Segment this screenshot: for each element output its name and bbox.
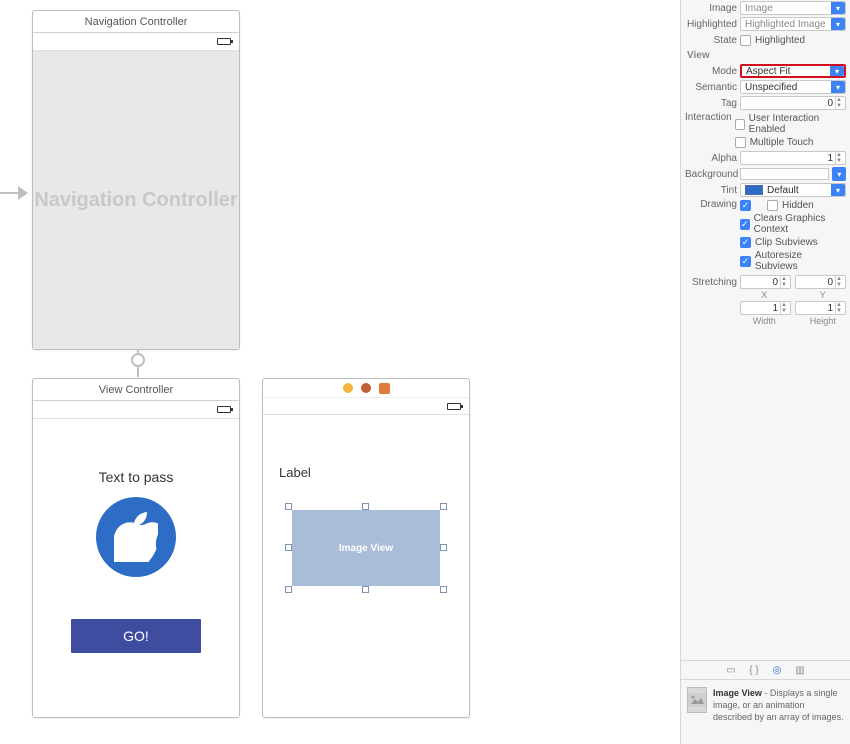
go-button[interactable]: GO! xyxy=(71,619,201,653)
vc-object-icon[interactable] xyxy=(343,383,353,393)
mode-dropdown[interactable]: Aspect Fit ▾ xyxy=(740,64,846,78)
chevron-down-icon: ▾ xyxy=(831,2,845,14)
resize-handle[interactable] xyxy=(440,586,447,593)
exit-icon[interactable] xyxy=(379,383,390,394)
section-header: View xyxy=(681,48,850,63)
resize-handle[interactable] xyxy=(285,503,292,510)
label: Background xyxy=(685,169,737,180)
tint-dropdown[interactable]: Default ▾ xyxy=(740,183,846,197)
chevron-down-icon: ▾ xyxy=(831,18,845,30)
stretch-width-stepper[interactable]: 1▲▼ xyxy=(740,301,791,315)
label: Interaction xyxy=(685,112,732,123)
media-library-tab-icon[interactable]: ▥ xyxy=(794,664,807,677)
label: Tag xyxy=(685,98,737,109)
stretch-x-stepper[interactable]: 0▲▼ xyxy=(740,275,791,289)
clears-graphics-checkbox[interactable]: ✓ xyxy=(740,219,750,230)
attributes-inspector: Image Image ▾ Highlighted Highlighted Im… xyxy=(680,0,850,744)
stretch-height-stepper[interactable]: 1▲▼ xyxy=(795,301,846,315)
tag-stepper[interactable]: 0 ▲▼ xyxy=(740,96,846,110)
opaque-checkbox[interactable]: ✓ xyxy=(740,200,751,211)
label: Semantic xyxy=(685,82,737,93)
chevron-down-icon: ▾ xyxy=(831,81,845,93)
library-description: Image View - Displays a single image, or… xyxy=(681,681,850,744)
entry-point-arrow xyxy=(0,186,28,200)
label: Stretching xyxy=(685,277,737,288)
label: State xyxy=(685,35,737,46)
label: Mode xyxy=(685,66,737,77)
code-snippet-tab-icon[interactable]: { } xyxy=(748,664,761,677)
chevron-down-icon[interactable]: ▾ xyxy=(832,167,846,181)
stretch-y-stepper[interactable]: 0▲▼ xyxy=(795,275,846,289)
clip-subviews-checkbox[interactable]: ✓ xyxy=(740,237,751,248)
resize-handle[interactable] xyxy=(362,503,369,510)
resize-handle[interactable] xyxy=(440,503,447,510)
status-bar xyxy=(33,401,239,419)
scene-header-objects[interactable] xyxy=(263,379,469,397)
hidden-checkbox[interactable] xyxy=(767,200,778,211)
view-controller-scene-2[interactable]: Label Image View xyxy=(262,378,470,718)
resize-handle[interactable] xyxy=(362,586,369,593)
resize-handle[interactable] xyxy=(440,544,447,551)
highlighted-checkbox[interactable] xyxy=(740,35,751,46)
status-bar xyxy=(263,397,469,415)
resize-handle[interactable] xyxy=(285,544,292,551)
label[interactable]: Label xyxy=(279,465,459,480)
multiple-touch-checkbox[interactable] xyxy=(735,137,746,148)
battery-icon xyxy=(217,406,231,413)
user-interaction-checkbox[interactable] xyxy=(735,119,745,130)
file-template-tab-icon[interactable]: ▭ xyxy=(725,664,738,677)
chevron-down-icon: ▾ xyxy=(831,184,845,196)
label: Drawing xyxy=(685,199,737,210)
image-combo[interactable]: Image ▾ xyxy=(740,1,846,15)
label: Image xyxy=(685,3,737,14)
label: Tint xyxy=(685,185,737,196)
autoresize-subviews-checkbox[interactable]: ✓ xyxy=(740,256,751,267)
scene-title: View Controller xyxy=(33,379,239,401)
scene-title: Navigation Controller xyxy=(33,11,239,33)
library-tab-strip: ▭ { } ◎ ▥ xyxy=(681,660,850,680)
storyboard-canvas[interactable]: Navigation Controller Navigation Control… xyxy=(0,0,680,744)
selected-image-view[interactable]: Image View xyxy=(286,504,446,592)
nav-controller-placeholder: Navigation Controller xyxy=(34,189,237,212)
text-to-pass-label[interactable]: Text to pass xyxy=(99,469,174,485)
image-view-thumb-icon xyxy=(687,687,707,713)
root-segue[interactable] xyxy=(128,350,148,380)
apple-logo-image[interactable] xyxy=(96,497,176,577)
chevron-down-icon: ▾ xyxy=(830,66,844,76)
semantic-dropdown[interactable]: Unspecified ▾ xyxy=(740,80,846,94)
label: Alpha xyxy=(685,153,737,164)
object-library-tab-icon[interactable]: ◎ xyxy=(771,664,784,677)
apple-icon xyxy=(114,512,158,562)
tint-swatch xyxy=(745,185,763,195)
navigation-controller-scene[interactable]: Navigation Controller Navigation Control… xyxy=(32,10,240,350)
highlighted-image-combo[interactable]: Highlighted Image ▾ xyxy=(740,17,846,31)
battery-icon xyxy=(447,403,461,410)
battery-icon xyxy=(217,38,231,45)
first-responder-icon[interactable] xyxy=(361,383,371,393)
background-color-well[interactable] xyxy=(740,168,829,180)
label: Highlighted xyxy=(685,19,737,30)
resize-handle[interactable] xyxy=(285,586,292,593)
status-bar xyxy=(33,33,239,51)
alpha-stepper[interactable]: 1 ▲▼ xyxy=(740,151,846,165)
view-controller-scene-1[interactable]: View Controller Text to pass GO! xyxy=(32,378,240,718)
